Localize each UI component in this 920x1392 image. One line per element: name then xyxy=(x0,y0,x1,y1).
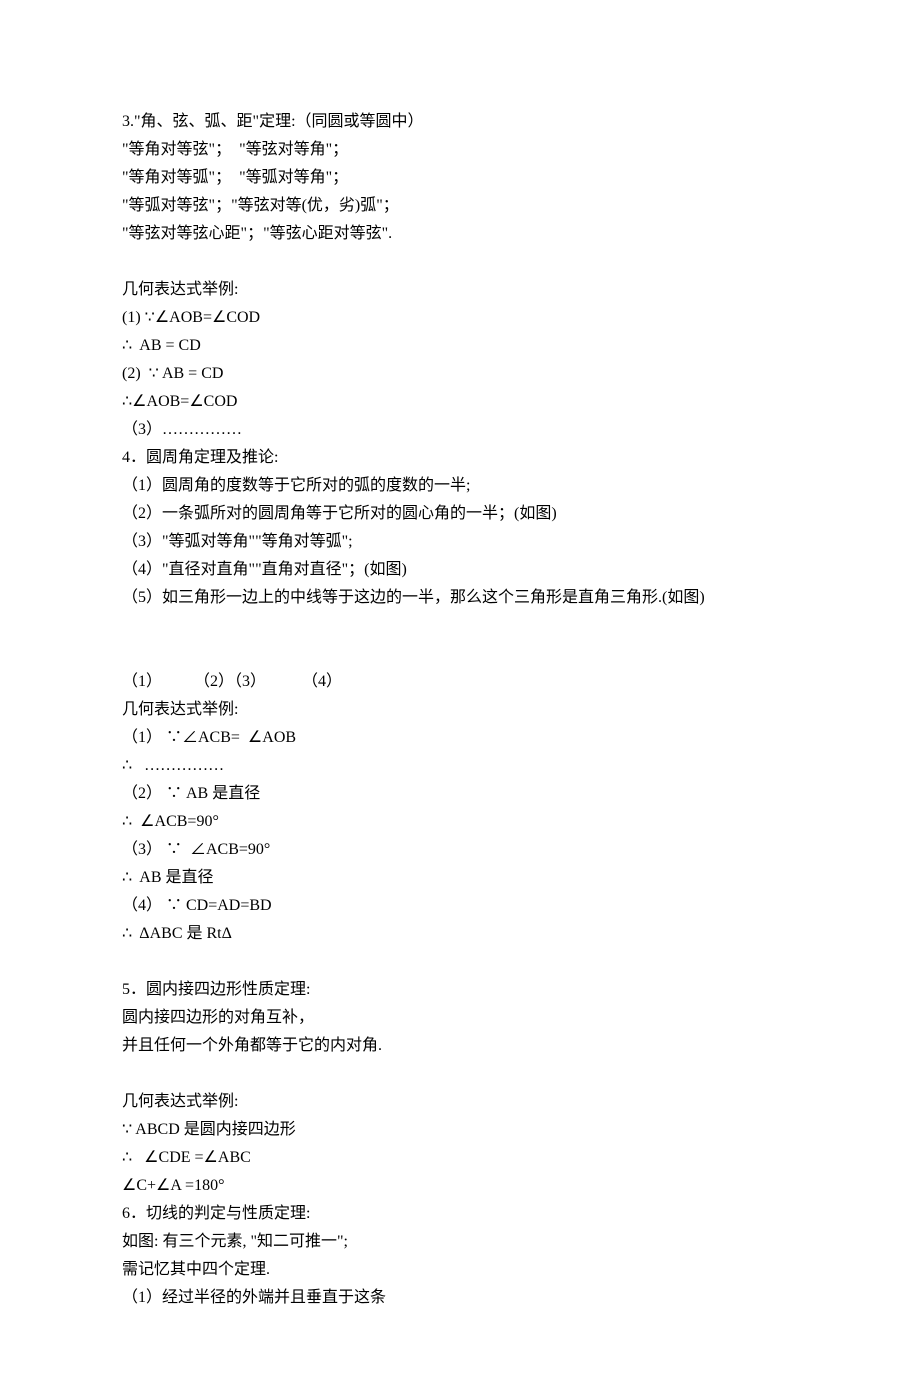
section4-line: （4）"直径对直角""直角对直径"；(如图) xyxy=(122,556,798,584)
section5-example: ∵ ABCD 是圆内接四边形 xyxy=(122,1116,798,1144)
section4-example: （3） ∵ ∠ACB=90° xyxy=(122,836,798,864)
section3-example: （3）…………… xyxy=(122,416,798,444)
section4-line: （5）如三角形一边上的中线等于这边的一半，那么这个三角形是直角三角形.(如图) xyxy=(122,584,798,612)
section4-example-title: 几何表达式举例: xyxy=(122,696,798,724)
section4-example: ∴ AB 是直径 xyxy=(122,864,798,892)
section6-line: 需记忆其中四个定理. xyxy=(122,1256,798,1284)
section4-figure-row: （1） （2）（3） （4） xyxy=(122,668,798,696)
blank-spacer xyxy=(122,948,798,976)
section4-line: （3）"等弧对等角""等角对等弧"; xyxy=(122,528,798,556)
section3-example: (2) ∵ AB = CD xyxy=(122,360,798,388)
section4-title: 4．圆周角定理及推论: xyxy=(122,444,798,472)
section3-title: 3."角、弦、弧、距"定理:（同圆或等圆中） xyxy=(122,108,798,136)
section4-example: ∴ ΔABC 是 RtΔ xyxy=(122,920,798,948)
section6-line: 如图: 有三个元素, "知二可推一"; xyxy=(122,1228,798,1256)
section3-example: ∴ AB = CD xyxy=(122,332,798,360)
section4-example: ∴ …………… xyxy=(122,752,798,780)
section3-example-title: 几何表达式举例: xyxy=(122,276,798,304)
section5-line: 并且任何一个外角都等于它的内对角. xyxy=(122,1032,798,1060)
section4-example: （1） ∵∠ACB= ∠AOB xyxy=(122,724,798,752)
section4-example: （4） ∵ CD=AD=BD xyxy=(122,892,798,920)
section3-example: (1) ∵∠AOB=∠COD xyxy=(122,304,798,332)
section5-example-title: 几何表达式举例: xyxy=(122,1088,798,1116)
section6-line: （1）经过半径的外端并且垂直于这条 xyxy=(122,1284,798,1312)
section3-line: "等弦对等弦心距"；"等弦心距对等弦". xyxy=(122,220,798,248)
section6-title: 6．切线的判定与性质定理: xyxy=(122,1200,798,1228)
section4-line: （2）一条弧所对的圆周角等于它所对的圆心角的一半；(如图) xyxy=(122,500,798,528)
figure-placeholder xyxy=(122,612,798,668)
section4-example: （2） ∵ AB 是直径 xyxy=(122,780,798,808)
section4-example: ∴ ∠ACB=90° xyxy=(122,808,798,836)
blank-spacer xyxy=(122,248,798,276)
section4-line: （1）圆周角的度数等于它所对的弧的度数的一半; xyxy=(122,472,798,500)
section5-title: 5．圆内接四边形性质定理: xyxy=(122,976,798,1004)
section3-line: "等弧对等弦"；"等弦对等(优，劣)弧"； xyxy=(122,192,798,220)
section3-example: ∴∠AOB=∠COD xyxy=(122,388,798,416)
section3-line: "等角对等弦"； "等弦对等角"； xyxy=(122,136,798,164)
section5-line: 圆内接四边形的对角互补， xyxy=(122,1004,798,1032)
blank-spacer xyxy=(122,1060,798,1088)
section5-example: ∴ ∠CDE =∠ABC xyxy=(122,1144,798,1172)
section3-line: "等角对等弧"； "等弧对等角"； xyxy=(122,164,798,192)
section5-example: ∠C+∠A =180° xyxy=(122,1172,798,1200)
